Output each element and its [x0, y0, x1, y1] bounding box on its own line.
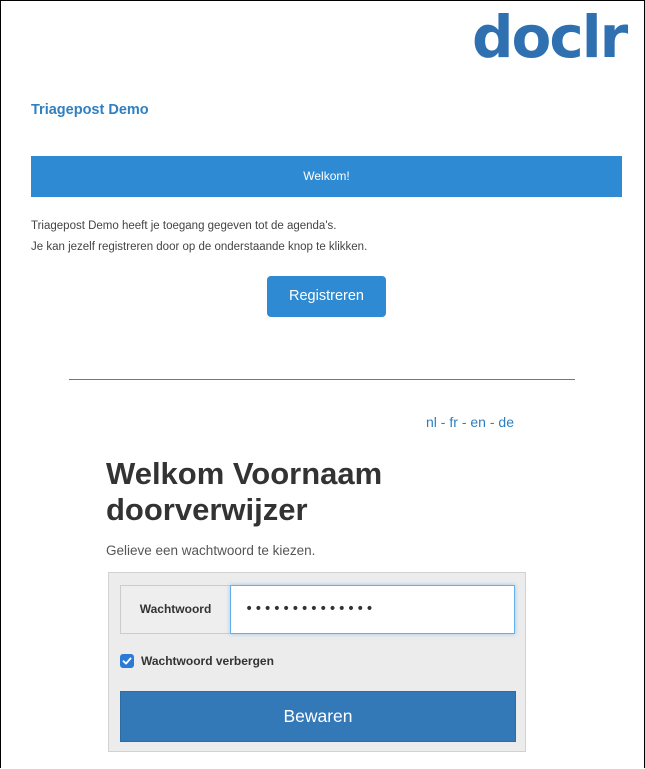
- intro-line-2: Je kan jezelf registreren door op de ond…: [31, 241, 368, 253]
- hide-password-checkbox[interactable]: [120, 654, 134, 668]
- language-switcher: nl - fr - en - de: [426, 414, 514, 430]
- password-form: Wachtwoord •••••••••••••• Wachtwoord ver…: [108, 572, 526, 752]
- language-separator: -: [440, 414, 446, 430]
- hide-password-label[interactable]: Wachtwoord verbergen: [141, 654, 274, 668]
- page-title: Welkom Voornaam doorverwijzer: [106, 456, 383, 527]
- intro-line-1: Triagepost Demo heeft je toegang gegeven…: [31, 220, 337, 232]
- doclr-logo: doclr: [472, 3, 628, 71]
- language-separator: -: [461, 414, 467, 430]
- register-button[interactable]: Registreren: [267, 276, 386, 317]
- welcome-banner-text: Welkom!: [303, 169, 350, 183]
- language-link-nl[interactable]: nl: [426, 414, 437, 430]
- intro-text: Triagepost Demo heeft je toegang gegeven…: [31, 216, 367, 258]
- password-label: Wachtwoord: [120, 585, 231, 634]
- language-link-en[interactable]: en: [470, 414, 486, 430]
- language-link-de[interactable]: de: [498, 414, 514, 430]
- language-link-fr[interactable]: fr: [449, 414, 458, 430]
- save-button[interactable]: Bewaren: [120, 691, 516, 742]
- password-input[interactable]: ••••••••••••••: [230, 585, 515, 634]
- welcome-banner: Welkom!: [31, 156, 622, 197]
- language-separator: -: [489, 414, 495, 430]
- hide-password-option[interactable]: Wachtwoord verbergen: [120, 653, 274, 669]
- section-divider: [69, 379, 575, 380]
- checkmark-icon: [122, 657, 132, 665]
- organization-title: Triagepost Demo: [31, 102, 149, 118]
- password-instructions: Gelieve een wachtwoord te kiezen.: [106, 543, 316, 558]
